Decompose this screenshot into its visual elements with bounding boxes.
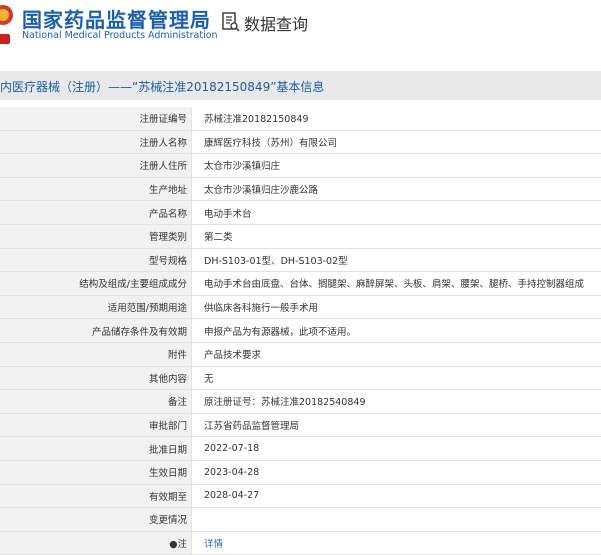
field-value: 无 [192,366,601,390]
field-label: 型号规格 [0,248,192,272]
field-label: 注册证编号 [0,107,192,130]
field-value [192,508,601,532]
table-row: 批准日期2022-07-18 [0,437,601,461]
field-value: 2022-07-18 [192,437,601,461]
table-row: 管理类别第二类 [0,224,601,248]
field-value: 苏械注准20182150849 [192,107,601,130]
field-label: 适用范围/预期用途 [0,295,192,319]
field-value: 供临床各科施行一般手术用 [192,295,601,319]
field-value: 2028-04-27 [192,484,601,508]
emblem-icon [0,4,14,26]
field-label: ●注 [0,531,192,555]
field-label: 管理类别 [0,224,192,248]
table-row: 备注原注册证号：苏械注准20182540849 [0,390,601,414]
table-row: 注册人住所太仓市沙溪镇归庄 [0,154,601,178]
table-row: 注册证编号苏械注准20182150849 [0,107,601,130]
table-row: 适用范围/预期用途供临床各科施行一般手术用 [0,295,601,319]
table-row: 附件产品技术要求 [0,342,601,366]
details-link[interactable]: 详情 [192,531,601,555]
field-label: 批准日期 [0,437,192,461]
site-title[interactable]: 国家药品监督管理局 [22,4,211,33]
field-label: 注册人名称 [0,130,192,154]
field-value: 电动手术台 [192,201,601,225]
field-label: 产品储存条件及有效期 [0,319,192,343]
field-label: 生效日期 [0,460,192,484]
emblem-base-icon [0,34,10,44]
table-row: 型号规格DH-S103-01型、DH-S103-02型 [0,248,601,272]
field-value: 太仓市沙溪镇归庄沙鹿公路 [192,177,601,201]
field-label: 附件 [0,342,192,366]
site-subtitle: National Medical Products Administration [22,30,218,41]
field-value: 江苏省药品监督管理局 [192,413,601,437]
field-label: 备注 [0,390,192,414]
table-row: 有效期至2028-04-27 [0,484,601,508]
table-row: 生效日期2023-04-28 [0,460,601,484]
field-value: 康辉医疗科技（苏州）有限公司 [192,130,601,154]
field-value: 电动手术台由底盘、台体、搁腿架、麻醉屏架、头板、肩架、腰架、腿桥、手持控制器组成 [192,272,601,296]
table-row: 结构及组成/主要组成成分电动手术台由底盘、台体、搁腿架、麻醉屏架、头板、肩架、腰… [0,272,601,296]
field-label: 其他内容 [0,366,192,390]
field-label: 生产地址 [0,177,192,201]
field-value: 太仓市沙溪镇归庄 [192,154,601,178]
field-value: 2023-04-28 [192,460,601,484]
table-row: 注册人名称康辉医疗科技（苏州）有限公司 [0,130,601,154]
field-value: 原注册证号：苏械注准20182540849 [192,390,601,414]
page-title-bar: 内医疗器械（注册）——“苏械注准20182150849”基本信息 [0,71,601,100]
data-query-icon[interactable] [222,12,240,32]
field-value: 产品技术要求 [192,342,601,366]
registration-info-table: 注册证编号苏械注准20182150849 注册人名称康辉医疗科技（苏州）有限公司… [0,107,601,555]
field-value: 第二类 [192,224,601,248]
field-value: 申报产品为有源器械，此项不适用。 [192,319,601,343]
field-label: 注册人住所 [0,154,192,178]
field-value: DH-S103-01型、DH-S103-02型 [192,248,601,272]
table-row: 审批部门江苏省药品监督管理局 [0,413,601,437]
table-row: 生产地址太仓市沙溪镇归庄沙鹿公路 [0,177,601,201]
field-label: 变更情况 [0,508,192,532]
table-row: 其他内容无 [0,366,601,390]
table-row: 产品名称电动手术台 [0,201,601,225]
table-row: 产品储存条件及有效期申报产品为有源器械，此项不适用。 [0,319,601,343]
field-label: 有效期至 [0,484,192,508]
field-label: 审批部门 [0,413,192,437]
table-row: ●注详情 [0,531,601,555]
data-query-link[interactable]: 数据查询 [244,11,308,35]
field-label: 结构及组成/主要组成成分 [0,272,192,296]
site-header: 国家药品监督管理局 National Medical Products Admi… [0,0,601,52]
field-label: 产品名称 [0,201,192,225]
page-title: 内医疗器械（注册）——“苏械注准20182150849”基本信息 [0,78,324,95]
table-row: 变更情况 [0,508,601,532]
